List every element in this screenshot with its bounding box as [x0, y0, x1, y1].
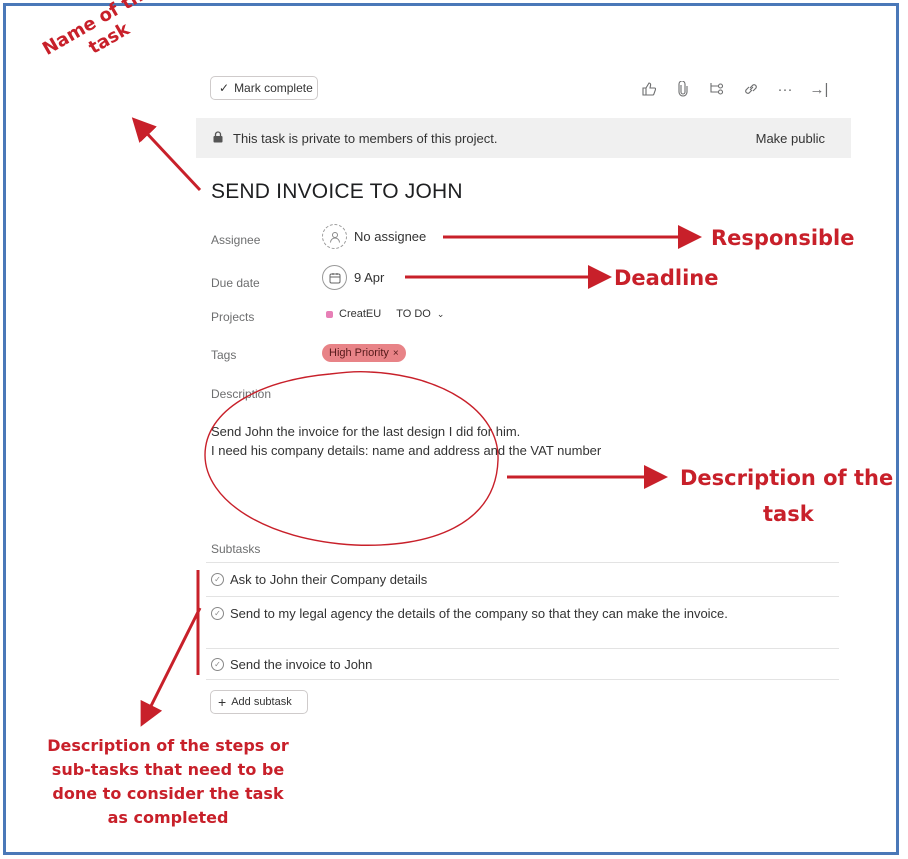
annotation-description-line2: task	[763, 502, 814, 526]
annotation-description-line1: Description of the	[680, 466, 894, 490]
annotation-subtasks-note: Description of the steps or sub-tasks th…	[28, 734, 308, 830]
description-highlight-circle	[204, 370, 499, 546]
annotation-subtasks-line: Description of the steps or	[47, 736, 289, 755]
annotation-subtasks-line: as completed	[107, 808, 229, 827]
annotation-responsible: Responsible	[711, 226, 855, 250]
annotation-deadline: Deadline	[614, 266, 719, 290]
annotation-overlay	[131, 117, 702, 727]
arrow-subtasks	[140, 607, 202, 727]
arrow-name-of-task	[131, 117, 202, 192]
annotation-subtasks-line: sub-tasks that need to be	[51, 760, 285, 779]
annotation-subtasks-line: done to consider the task	[52, 784, 284, 803]
